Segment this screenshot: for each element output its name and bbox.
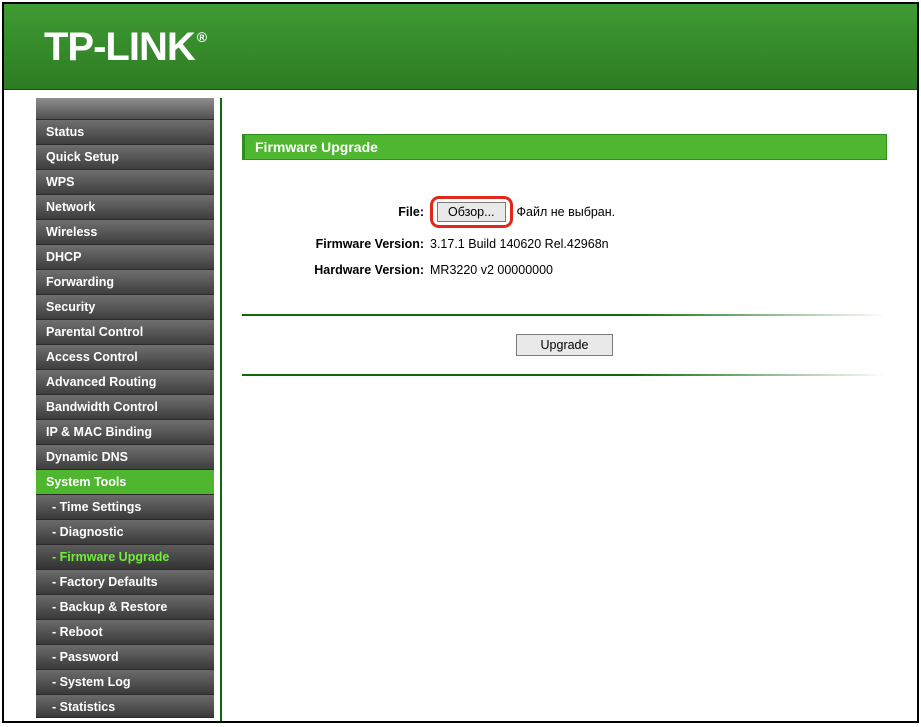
sidebar-item-reboot[interactable]: - Reboot bbox=[36, 620, 214, 645]
browse-button[interactable]: Обзор... bbox=[437, 202, 506, 222]
separator bbox=[242, 314, 887, 316]
body: Status Quick Setup WPS Network Wireless … bbox=[4, 90, 917, 721]
sidebar-item-advanced-routing[interactable]: Advanced Routing bbox=[36, 370, 214, 395]
sidebar-item-forwarding[interactable]: Forwarding bbox=[36, 270, 214, 295]
sidebar-item-wireless[interactable]: Wireless bbox=[36, 220, 214, 245]
sidebar-item-dynamic-dns[interactable]: Dynamic DNS bbox=[36, 445, 214, 470]
sidebar-item-system-log[interactable]: - System Log bbox=[36, 670, 214, 695]
hardware-version-row: Hardware Version: MR3220 v2 00000000 bbox=[242, 260, 887, 280]
brand-name: TP-LINK bbox=[44, 27, 195, 67]
sidebar-item-system-tools[interactable]: System Tools bbox=[36, 470, 214, 495]
sidebar-item-network[interactable]: Network bbox=[36, 195, 214, 220]
app-frame: TP-LINK ® Status Quick Setup WPS Network… bbox=[2, 2, 919, 723]
header: TP-LINK ® bbox=[4, 4, 917, 90]
page-title: Firmware Upgrade bbox=[242, 134, 887, 160]
sidebar-spacer bbox=[36, 98, 214, 120]
sidebar-item-firmware-upgrade[interactable]: - Firmware Upgrade bbox=[36, 545, 214, 570]
sidebar-item-statistics[interactable]: - Statistics bbox=[36, 695, 214, 718]
sidebar-item-password[interactable]: - Password bbox=[36, 645, 214, 670]
sidebar-item-wps[interactable]: WPS bbox=[36, 170, 214, 195]
firmware-form: File: Обзор... Файл не выбран. Firmware … bbox=[242, 180, 887, 304]
sidebar-item-ip-mac-binding[interactable]: IP & MAC Binding bbox=[36, 420, 214, 445]
firmware-version-row: Firmware Version: 3.17.1 Build 140620 Re… bbox=[242, 234, 887, 254]
hardware-version-label: Hardware Version: bbox=[242, 260, 430, 280]
firmware-version-label: Firmware Version: bbox=[242, 234, 430, 254]
firmware-version-value: 3.17.1 Build 140620 Rel.42968n bbox=[430, 234, 887, 254]
brand-registered: ® bbox=[197, 29, 206, 45]
sidebar-item-diagnostic[interactable]: - Diagnostic bbox=[36, 520, 214, 545]
sidebar-item-backup-restore[interactable]: - Backup & Restore bbox=[36, 595, 214, 620]
brand-logo: TP-LINK ® bbox=[44, 27, 206, 67]
hardware-version-value: MR3220 v2 00000000 bbox=[430, 260, 887, 280]
file-value: Обзор... Файл не выбран. bbox=[430, 196, 887, 228]
upgrade-button[interactable]: Upgrade bbox=[516, 334, 614, 356]
sidebar-item-factory-defaults[interactable]: - Factory Defaults bbox=[36, 570, 214, 595]
sidebar-item-parental-control[interactable]: Parental Control bbox=[36, 320, 214, 345]
sidebar-item-access-control[interactable]: Access Control bbox=[36, 345, 214, 370]
sidebar-item-quick-setup[interactable]: Quick Setup bbox=[36, 145, 214, 170]
sidebar-item-dhcp[interactable]: DHCP bbox=[36, 245, 214, 270]
file-row: File: Обзор... Файл не выбран. bbox=[242, 196, 887, 228]
sidebar: Status Quick Setup WPS Network Wireless … bbox=[36, 98, 214, 721]
upgrade-row: Upgrade bbox=[242, 330, 887, 364]
sidebar-item-time-settings[interactable]: - Time Settings bbox=[36, 495, 214, 520]
sidebar-item-bandwidth-control[interactable]: Bandwidth Control bbox=[36, 395, 214, 420]
content: Firmware Upgrade File: Обзор... Файл не … bbox=[222, 98, 917, 721]
file-status-text: Файл не выбран. bbox=[517, 202, 616, 222]
separator-bottom bbox=[242, 374, 887, 376]
sidebar-item-security[interactable]: Security bbox=[36, 295, 214, 320]
sidebar-item-status[interactable]: Status bbox=[36, 120, 214, 145]
file-label: File: bbox=[242, 202, 430, 222]
browse-highlight: Обзор... bbox=[430, 196, 513, 228]
